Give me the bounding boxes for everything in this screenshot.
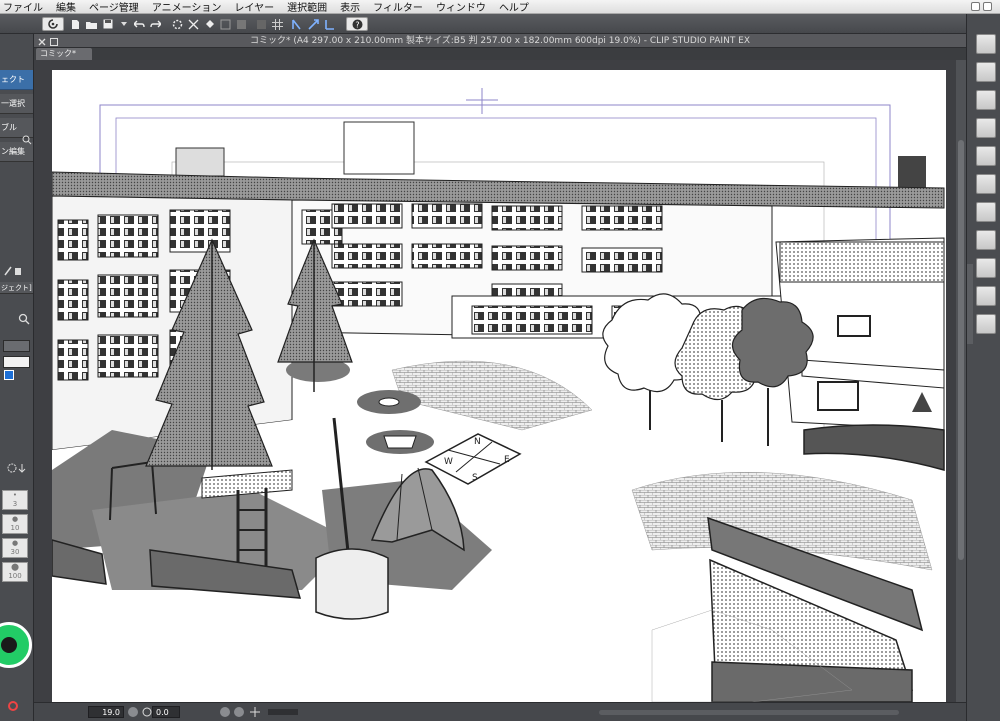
grid-snap-icon[interactable] <box>322 17 337 31</box>
rotate-canvas-icon[interactable] <box>142 707 152 717</box>
window-button-icon[interactable] <box>983 2 992 11</box>
rotate-icon[interactable] <box>976 286 996 306</box>
window-title: コミック* (A4 297.00 x 210.00mm 製本サイズ:B5 判 2… <box>249 36 751 46</box>
selection-expand-icon[interactable] <box>234 17 249 31</box>
zoom-icon[interactable] <box>22 130 32 145</box>
save-icon[interactable] <box>100 17 115 31</box>
command-bar: ? <box>0 14 1000 34</box>
layer-tool-buttons <box>4 266 30 278</box>
flip-icon[interactable] <box>976 258 996 278</box>
help-icon[interactable]: ? <box>346 17 368 31</box>
invert-selection-icon[interactable] <box>218 17 233 31</box>
window-controls <box>971 2 992 11</box>
zoom-value[interactable]: 19.0 <box>88 706 124 718</box>
manga-artwork: N E W S <box>52 70 946 702</box>
svg-text:?: ? <box>355 20 359 29</box>
transform-icon[interactable] <box>976 174 996 194</box>
zoom-out-icon[interactable] <box>234 707 244 717</box>
color-set-icon[interactable] <box>8 696 18 711</box>
color-wheel[interactable] <box>0 622 32 668</box>
fill-icon[interactable] <box>202 17 217 31</box>
undo-icon[interactable] <box>132 17 147 31</box>
menu-animation[interactable]: アニメーション <box>152 0 222 14</box>
layer-icon[interactable] <box>976 62 996 82</box>
image-material-icon[interactable] <box>976 230 996 250</box>
clip-studio-logo-icon[interactable] <box>42 17 64 31</box>
layer-copy-icon[interactable] <box>976 118 996 138</box>
menu-view[interactable]: 表示 <box>340 0 360 14</box>
tool-property-panel: ェクト 一選択 ブル ン編集 ジェクト] • 3 ● 10 ● 30 ⬤ 100 <box>0 34 34 721</box>
edit-icon[interactable] <box>4 266 12 276</box>
special-ruler-snap-icon[interactable] <box>306 17 321 31</box>
figure-icon[interactable] <box>976 314 996 334</box>
brush-size-label: 10 <box>10 524 20 532</box>
scrollbar-thumb[interactable] <box>958 140 964 560</box>
loading-icon[interactable] <box>170 17 185 31</box>
menu-selection[interactable]: 選択範囲 <box>287 0 327 14</box>
selection-shrink-icon[interactable] <box>254 17 269 31</box>
new-file-icon[interactable] <box>68 17 83 31</box>
settings-icon[interactable] <box>6 459 28 473</box>
restore-icon[interactable] <box>50 37 58 46</box>
brush-size-label: 3 <box>12 500 18 508</box>
compass-letter: N <box>474 437 481 447</box>
brush-size-label: 100 <box>8 572 22 580</box>
status-bar: 19.0 0.0 <box>34 702 966 721</box>
property-field[interactable] <box>3 356 30 368</box>
horizontal-scrollbar[interactable] <box>599 710 899 715</box>
vertical-scrollbar[interactable] <box>956 60 966 702</box>
panel-collapse-handle[interactable] <box>967 264 973 344</box>
sub-tool-item-select[interactable]: 一選択 <box>0 94 33 114</box>
fit-icon[interactable] <box>250 707 260 717</box>
compass-letter: S <box>472 473 478 483</box>
canvas-view-icon[interactable] <box>976 34 996 54</box>
document-tab-label: コミック* <box>40 49 76 58</box>
sub-tool-item-edit[interactable]: ン編集 <box>0 142 33 162</box>
menu-bar: ファイル 編集 ページ管理 アニメーション レイヤー 選択範囲 表示 フィルター… <box>0 0 1000 14</box>
zoom-spinner-icon[interactable] <box>128 707 138 717</box>
angle-value[interactable]: 0.0 <box>152 706 180 718</box>
compass-letter: W <box>444 457 453 467</box>
close-icon[interactable] <box>38 37 46 46</box>
brush-size-item[interactable]: ● 30 <box>2 538 28 558</box>
layer-property-label: ジェクト] <box>0 282 33 294</box>
trash-icon[interactable] <box>14 266 22 276</box>
brush-size-item[interactable]: • 3 <box>2 490 28 510</box>
menu-edit[interactable]: 編集 <box>56 0 76 14</box>
brush-size-label: 30 <box>10 548 20 556</box>
navigator-slider[interactable] <box>268 709 298 715</box>
brush-size-item[interactable]: ● 10 <box>2 514 28 534</box>
menu-file[interactable]: ファイル <box>3 0 43 14</box>
document-title-bar: コミック* (A4 297.00 x 210.00mm 製本サイズ:B5 判 2… <box>34 34 966 48</box>
layer-mask-icon[interactable] <box>976 90 996 110</box>
sub-tool-item-object[interactable]: ェクト <box>0 70 33 90</box>
menu-help[interactable]: ヘルプ <box>499 0 529 14</box>
brush-size-item[interactable]: ⬤ 100 <box>2 562 28 582</box>
canvas[interactable]: N E W S <box>52 70 946 702</box>
menu-page[interactable]: ページ管理 <box>89 0 139 14</box>
document-tab[interactable]: コミック* <box>36 48 92 60</box>
dropdown-icon[interactable] <box>116 17 131 31</box>
zoom-in-icon[interactable] <box>220 707 230 717</box>
open-folder-icon[interactable] <box>84 17 99 31</box>
compass-letter: E <box>504 455 510 465</box>
right-icon-panel <box>966 14 1000 721</box>
menu-layer[interactable]: レイヤー <box>234 0 274 14</box>
search-icon[interactable] <box>18 310 30 325</box>
move-layer-icon[interactable] <box>976 146 996 166</box>
window-button-icon[interactable] <box>971 2 980 11</box>
property-dropdown[interactable] <box>3 340 30 352</box>
menu-window[interactable]: ウィンドウ <box>436 0 486 14</box>
clear-icon[interactable] <box>186 17 201 31</box>
ruler-snap-icon[interactable] <box>290 17 305 31</box>
redo-icon[interactable] <box>148 17 163 31</box>
grid-icon[interactable] <box>270 17 285 31</box>
layer-property-icon[interactable] <box>976 202 996 222</box>
menu-filter[interactable]: フィルター <box>373 0 423 14</box>
color-swatch-icon[interactable] <box>4 370 14 380</box>
